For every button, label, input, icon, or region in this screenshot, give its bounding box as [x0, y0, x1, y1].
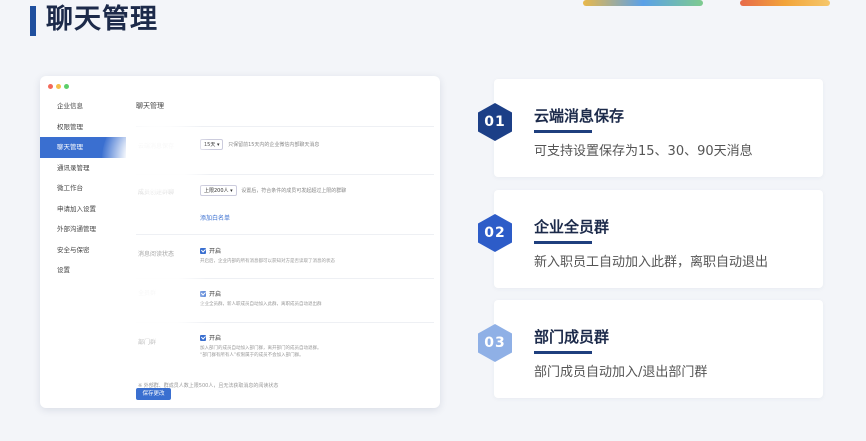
maximize-dot-icon[interactable]: [64, 84, 69, 89]
title-underline: [534, 351, 592, 354]
feature-title: 部门成员群: [534, 328, 610, 346]
sidebar-item-settings[interactable]: 设置: [40, 260, 126, 281]
feature-desc: 可支持设置保存为15、30、90天消息: [534, 144, 753, 159]
feature-title: 云端消息保存: [534, 107, 625, 125]
sidebar: 企业信息 权限管理 聊天管理 通讯录管理 微工作台 申请加入设置 外部沟通管理 …: [40, 96, 126, 281]
setting-content: 开启 开启后，企业内部的所有消息都可以获知对方是否读取了消息的状态: [200, 246, 335, 265]
sidebar-item-security[interactable]: 安全与保密: [40, 240, 126, 261]
window-controls: [48, 84, 69, 89]
sidebar-item-chat-management[interactable]: 聊天管理: [40, 137, 126, 158]
setting-desc: 设置后，符合条件的成员可发起超过上限的群聊: [241, 188, 347, 194]
logo-decoration: [740, 0, 830, 6]
panel-title: 聊天管理: [136, 102, 164, 110]
group-limit-select[interactable]: 上限200人 ▾: [200, 185, 237, 196]
setting-label: 部门群: [138, 339, 157, 346]
title-accent-bar: [30, 6, 36, 36]
sidebar-item-contacts[interactable]: 通讯录管理: [40, 158, 126, 179]
close-dot-icon[interactable]: [48, 84, 53, 89]
setting-content: 添加白名单: [200, 213, 230, 222]
sidebar-item-workbench[interactable]: 微工作台: [40, 178, 126, 199]
sidebar-item-join-settings[interactable]: 申请加入设置: [40, 199, 126, 220]
hexagon-number-badge: 03: [478, 324, 512, 362]
setting-label: 成员创建群聊: [138, 189, 175, 196]
sidebar-item-external[interactable]: 外部沟通管理: [40, 219, 126, 240]
setting-desc: “部门群有所有人”权限属于的成员不会加入部门群。: [200, 353, 304, 358]
setting-content: 开启 企业全员群，新人职成员自动加入此群，离职成员自动退出群: [200, 289, 322, 308]
logo-decoration: [583, 0, 703, 6]
setting-desc: 企业全员群，新人职成员自动加入此群，离职成员自动退出群: [200, 302, 322, 307]
hexagon-number-badge: 01: [478, 103, 512, 141]
minimize-dot-icon[interactable]: [56, 84, 61, 89]
setting-row-cloud: 云端消息保存 15天 ▾ 只保留前15天内的企业微信内部聊天消息: [136, 126, 434, 174]
hexagon-number-badge: 02: [478, 214, 512, 252]
setting-content: 上限200人 ▾ 设置后，符合条件的成员可发起超过上限的群聊: [200, 185, 346, 196]
feature-card: 03 部门成员群 部门成员自动加入/退出部门群: [478, 300, 823, 398]
settings-window: 企业信息 权限管理 聊天管理 通讯录管理 微工作台 申请加入设置 外部沟通管理 …: [40, 76, 440, 408]
setting-desc: 加入部门的成员自动加入部门群，离开部门的成员自动退群。: [200, 346, 322, 351]
setting-label: 全员群: [138, 290, 157, 297]
retention-select[interactable]: 15天 ▾: [200, 139, 224, 150]
setting-row-dept-group: 部门群 开启 加入部门的成员自动加入部门群，离开部门的成员自动退群。 “部门群有…: [136, 322, 434, 374]
setting-content: 15天 ▾ 只保留前15天内的企业微信内部聊天消息: [200, 139, 319, 150]
title-underline: [534, 130, 592, 133]
feature-desc: 部门成员自动加入/退出部门群: [534, 365, 708, 380]
save-button[interactable]: 保存更改: [136, 388, 171, 400]
checkbox-label: 开启: [209, 335, 222, 342]
setting-content: 开启 加入部门的成员自动加入部门群，离开部门的成员自动退群。 “部门群有所有人”…: [200, 333, 322, 359]
dept-group-checkbox[interactable]: [200, 334, 206, 341]
feature-desc: 新入职员工自动加入此群，离职自动退出: [534, 255, 769, 270]
setting-row-all-group: 全员群 开启 企业全员群，新人职成员自动加入此群，离职成员自动退出群: [136, 278, 434, 322]
checkbox-label: 开启: [209, 291, 222, 298]
feature-card: 01 云端消息保存 可支持设置保存为15、30、90天消息: [478, 79, 823, 177]
page-title: 聊天管理: [46, 4, 158, 35]
add-whitelist-link[interactable]: 添加白名单: [200, 215, 230, 222]
setting-row-member-group: 成员创建群聊 上限200人 ▾ 设置后，符合条件的成员可发起超过上限的群聊 添加…: [136, 174, 434, 234]
title-underline: [534, 241, 592, 244]
setting-label: 云端消息保存: [138, 143, 175, 150]
setting-row-read-status: 消息阅读状态 开启 开启后，企业内部的所有消息都可以获知对方是否读取了消息的状态: [136, 234, 434, 278]
all-group-checkbox[interactable]: [200, 290, 206, 297]
checkbox-label: 开启: [209, 248, 222, 255]
sidebar-item-company-info[interactable]: 企业信息: [40, 96, 126, 117]
feature-title: 企业全员群: [534, 218, 610, 236]
setting-desc: 只保留前15天内的企业微信内部聊天消息: [228, 142, 320, 148]
sidebar-item-permissions[interactable]: 权限管理: [40, 117, 126, 138]
main-panel: 聊天管理 云端消息保存 15天 ▾ 只保留前15天内的企业微信内部聊天消息 成员…: [126, 96, 434, 389]
feature-card: 02 企业全员群 新入职员工自动加入此群，离职自动退出: [478, 190, 823, 288]
setting-label: 消息阅读状态: [138, 251, 175, 258]
read-status-checkbox[interactable]: [200, 247, 206, 254]
setting-desc: 开启后，企业内部的所有消息都可以获知对方是否读取了消息的状态: [200, 259, 335, 264]
